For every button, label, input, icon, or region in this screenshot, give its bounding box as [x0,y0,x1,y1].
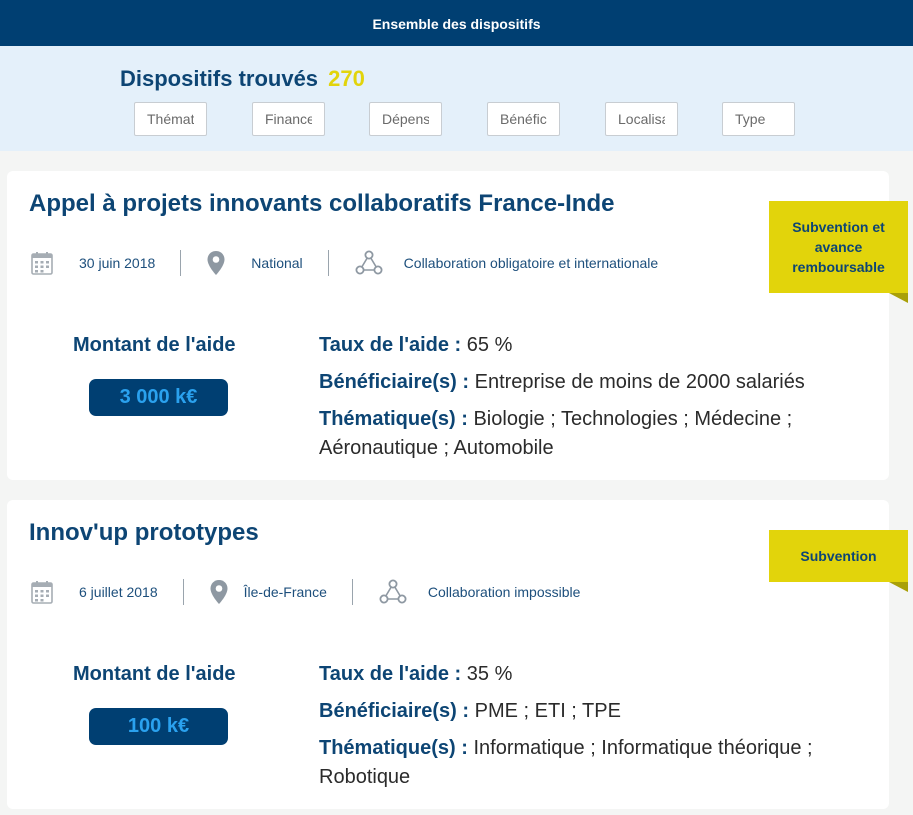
card-date: 30 juin 2018 [79,255,156,271]
network-icon [355,250,383,276]
filter-localisation[interactable] [605,102,678,136]
themes-label: Thématique(s) : [319,408,468,430]
card-title[interactable]: Appel à projets innovants collaboratifs … [29,190,614,218]
results-count: 270 [328,66,365,91]
map-pin-icon [208,579,230,605]
amount-badge: 100 k€ [89,708,228,745]
beneficiaries-label: Bénéficiaire(s) : [319,371,470,393]
rate-value: 35 % [466,663,513,685]
network-icon [379,579,407,605]
themes-row: Thématique(s) : Biologie ; Technologies … [319,405,859,463]
card-collaboration: Collaboration obligatoire et internation… [403,255,659,271]
card-details: Taux de l'aide : 35 % Bénéficiaire(s) : … [319,660,859,800]
badge-fold [889,293,908,303]
filter-type[interactable] [722,102,795,136]
meta-divider [351,579,353,605]
themes-label: Thématique(s) : [319,737,468,759]
meta-divider [180,250,182,276]
beneficiaries-row: Bénéficiaire(s) : PME ; ETI ; TPE [319,697,859,726]
result-card[interactable]: Appel à projets innovants collaboratifs … [7,171,889,480]
card-meta: 6 juillet 2018 Île-de-France Collaborati… [29,577,580,607]
amount-badge: 3 000 k€ [89,379,228,416]
calendar-icon [29,580,55,604]
amount-label: Montant de l'aide [73,334,236,356]
amount-label: Montant de l'aide [73,663,236,685]
badge-fold [889,582,908,592]
beneficiaries-label: Bénéficiaire(s) : [319,700,470,722]
result-card[interactable]: Innov'up prototypes 6 juillet 2018 Île-d… [7,500,889,809]
themes-row: Thématique(s) : Informatique ; Informati… [319,734,859,792]
card-date: 6 juillet 2018 [79,584,158,600]
card-location: Île-de-France [243,584,327,600]
card-collaboration: Collaboration impossible [427,584,581,600]
card-location: National [251,255,303,271]
beneficiaries-row: Bénéficiaire(s) : Entreprise de moins de… [319,368,859,397]
top-header: Ensemble des dispositifs [0,0,913,46]
filter-thematique[interactable] [134,102,207,136]
results-title-label: Dispositifs trouvés [120,66,319,91]
card-title[interactable]: Innov'up prototypes [29,519,259,547]
results-title: Dispositifs trouvés 270 [120,66,365,92]
filter-beneficiaires[interactable] [487,102,560,136]
header-title: Ensemble des dispositifs [372,16,541,32]
card-details: Taux de l'aide : 65 % Bénéficiaire(s) : … [319,331,859,471]
beneficiaries-value: PME ; ETI ; TPE [474,700,621,722]
meta-divider [182,579,184,605]
filter-financement[interactable] [252,102,325,136]
filter-depenses[interactable] [369,102,442,136]
search-band: Dispositifs trouvés 270 [0,46,913,151]
beneficiaries-value: Entreprise de moins de 2000 salariés [474,371,805,393]
rate-row: Taux de l'aide : 65 % [319,331,859,360]
rate-label: Taux de l'aide : [319,663,462,685]
rate-row: Taux de l'aide : 35 % [319,660,859,689]
meta-divider [327,250,329,276]
aid-type-badge: Subvention [769,530,908,582]
calendar-icon [29,251,55,275]
map-pin-icon [205,250,227,276]
rate-value: 65 % [466,334,513,356]
aid-type-badge: Subvention et avance remboursable [769,201,908,293]
rate-label: Taux de l'aide : [319,334,462,356]
card-meta: 30 juin 2018 National Collaboration obli… [29,248,658,278]
